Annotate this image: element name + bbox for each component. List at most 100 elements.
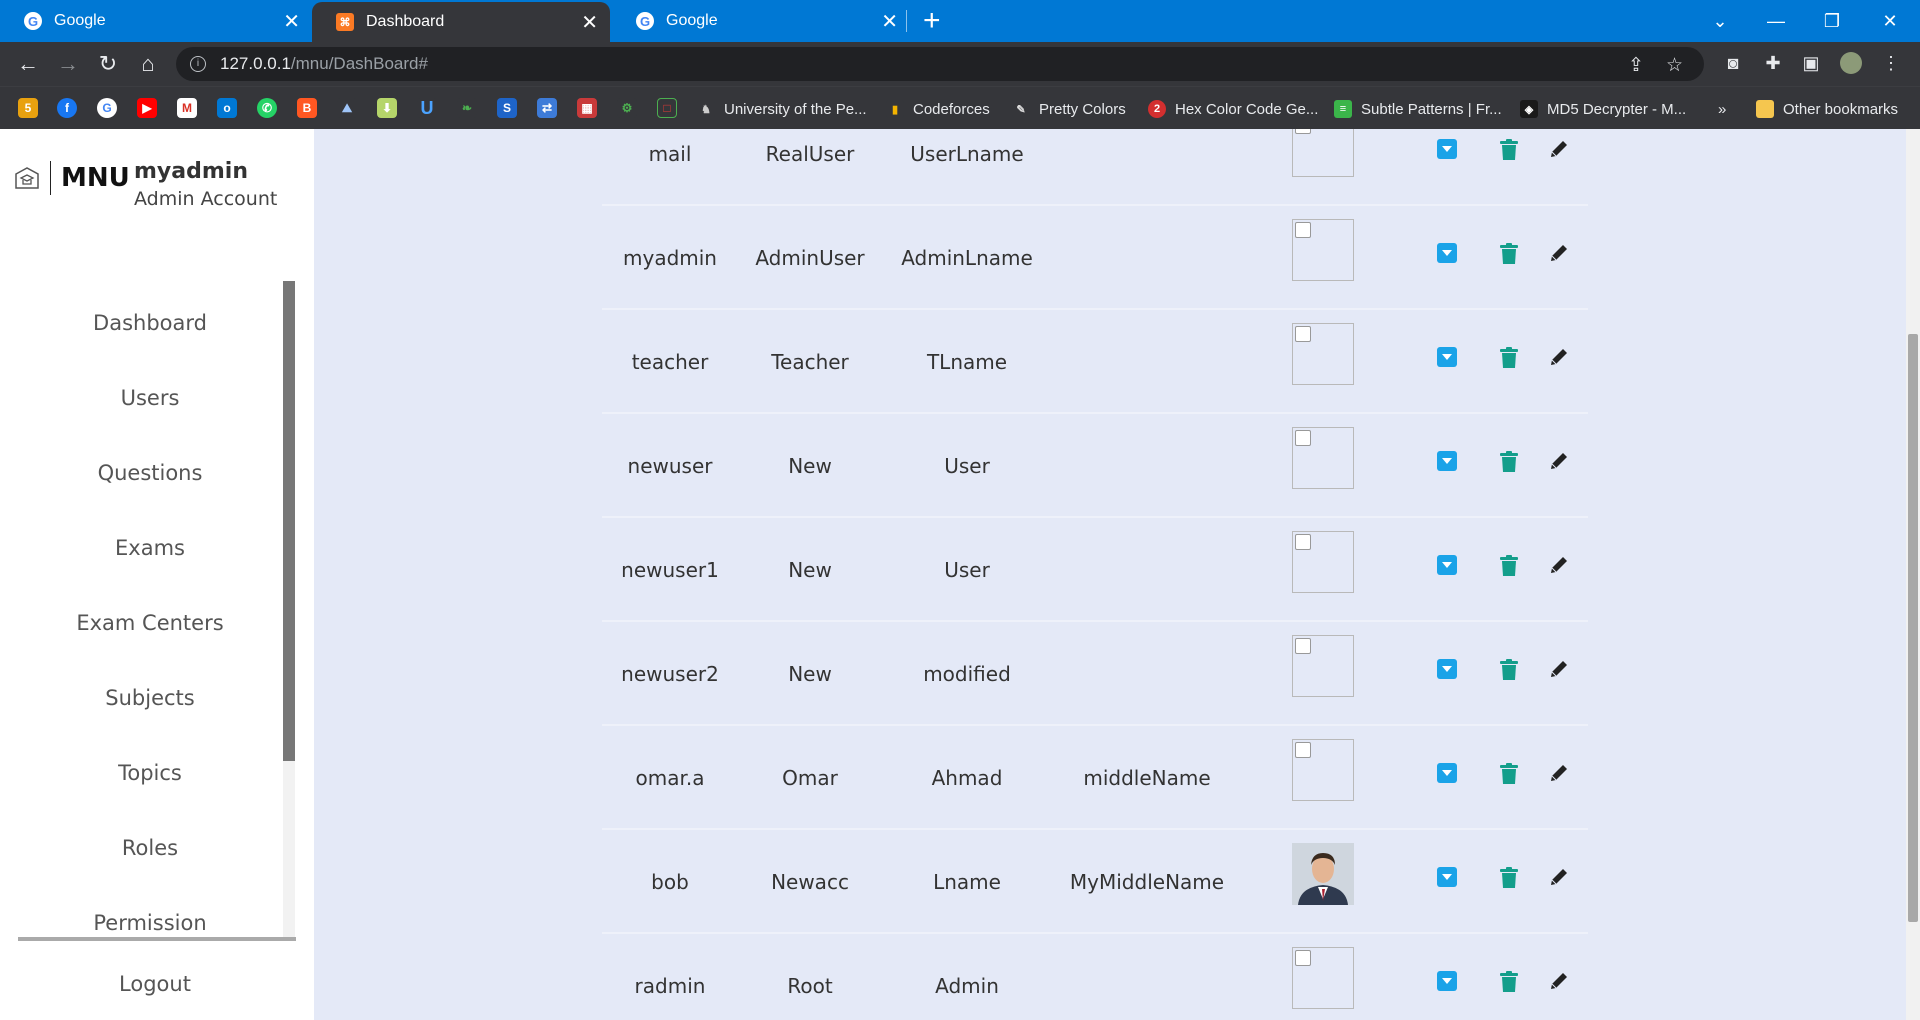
site-info-icon[interactable]: i	[190, 56, 206, 72]
pencil-icon[interactable]	[1548, 658, 1570, 680]
forward-arrow-icon[interactable]: →	[54, 50, 82, 78]
broken-image-icon	[1292, 947, 1354, 1009]
middle-name-cell: MyMiddleName	[1069, 870, 1225, 894]
url-omnibox[interactable]: i 127.0.0.1/mnu/DashBoard# ⇪ ☆	[176, 47, 1704, 81]
middle-name-cell	[1052, 129, 1242, 206]
blogger-icon[interactable]: B	[297, 98, 317, 118]
close-icon[interactable]: ✕	[881, 9, 898, 34]
s-app-icon[interactable]: S	[497, 98, 517, 118]
sidebar-item-topics[interactable]: Topics	[0, 761, 300, 785]
restore-button[interactable]: ❐	[1804, 0, 1860, 42]
browser-tab[interactable]: G Google ✕	[0, 0, 312, 42]
bookmark-link[interactable]: ♞ University of the Pe...	[697, 98, 867, 120]
pencil-icon[interactable]	[1548, 554, 1570, 576]
download-icon[interactable]: ⬇	[377, 98, 397, 118]
bookmark-link[interactable]: ≡ Subtle Patterns | Fr...	[1334, 98, 1502, 120]
pencil-icon[interactable]	[1548, 138, 1570, 160]
page-viewport: MNU myadmin Admin Account Dashboard User…	[0, 129, 1920, 1020]
expand-down-icon[interactable]	[1436, 658, 1458, 680]
other-bookmarks-folder[interactable]: Other bookmarks	[1756, 98, 1898, 120]
home-icon[interactable]: ⌂	[134, 50, 162, 78]
broken-image-icon	[1292, 323, 1354, 385]
middle-name-cell	[1052, 622, 1242, 726]
puzzle-icon[interactable]: ✚	[1762, 52, 1784, 74]
tool-icon[interactable]: ⇄	[537, 98, 557, 118]
pencil-icon[interactable]	[1548, 346, 1570, 368]
pencil-icon[interactable]	[1548, 866, 1570, 888]
browser-tab-active[interactable]: ⌘ Dashboard ✕	[312, 2, 610, 42]
browser-tab[interactable]: G Google ✕	[612, 0, 910, 42]
leaf-icon[interactable]: ❧	[457, 98, 477, 118]
sidebar-item-questions[interactable]: Questions	[0, 461, 300, 485]
trash-icon[interactable]	[1498, 762, 1520, 784]
outlook-icon[interactable]: o	[217, 98, 237, 118]
sidebar-item-permission[interactable]: Permission	[0, 911, 300, 935]
sidebar-item-exams[interactable]: Exams	[0, 536, 300, 560]
bookmark-link[interactable]: ✎ Pretty Colors	[1012, 98, 1126, 120]
bookmark-link[interactable]: ◈ MD5 Decrypter - M...	[1520, 98, 1686, 120]
star-icon[interactable]: ☆	[1666, 54, 1683, 77]
pencil-icon[interactable]	[1548, 762, 1570, 784]
expand-down-icon[interactable]	[1436, 242, 1458, 264]
udemy-icon[interactable]: U	[417, 98, 437, 118]
reload-icon[interactable]: ↻	[94, 50, 122, 78]
back-arrow-icon[interactable]: ←	[14, 50, 42, 78]
profile-avatar[interactable]	[1840, 52, 1862, 74]
url-text[interactable]: 127.0.0.1/mnu/DashBoard#	[220, 54, 428, 74]
whatsapp-icon[interactable]: ✆	[257, 98, 277, 118]
sidebar-item-dashboard[interactable]: Dashboard	[0, 311, 300, 335]
first-name-cell: RealUser	[765, 142, 855, 166]
bookmark-app-icon[interactable]: ⛰	[337, 98, 357, 118]
bookmark-link[interactable]: 2 Hex Color Code Ge...	[1148, 98, 1318, 120]
bookmark-link[interactable]: ▮ Codeforces	[886, 98, 990, 120]
trash-icon[interactable]	[1498, 970, 1520, 992]
trash-icon[interactable]	[1498, 242, 1520, 264]
side-panel-icon[interactable]: ▣	[1800, 52, 1822, 74]
trash-icon[interactable]	[1498, 138, 1520, 160]
logout-button[interactable]: Logout	[0, 972, 310, 996]
expand-down-icon[interactable]	[1436, 450, 1458, 472]
expand-down-icon[interactable]	[1436, 762, 1458, 784]
expand-down-icon[interactable]	[1436, 138, 1458, 160]
expand-down-icon[interactable]	[1436, 346, 1458, 368]
table-row: newuser1 New User	[602, 518, 1588, 622]
facebook-icon[interactable]: f	[57, 98, 77, 118]
last-name-cell: User	[944, 454, 990, 478]
minimize-button[interactable]: —	[1748, 0, 1804, 42]
new-tab-button[interactable]: +	[923, 4, 941, 38]
trash-icon[interactable]	[1498, 346, 1520, 368]
robot-icon[interactable]: ⚙	[617, 98, 637, 118]
expand-down-icon[interactable]	[1436, 970, 1458, 992]
trash-icon[interactable]	[1498, 554, 1520, 576]
expand-down-icon[interactable]	[1436, 866, 1458, 888]
extension-icon[interactable]: ◙	[1722, 52, 1744, 74]
gmail-icon[interactable]: M	[177, 98, 197, 118]
trash-icon[interactable]	[1498, 450, 1520, 472]
tab-search-icon[interactable]: ⌄	[1692, 0, 1748, 42]
sidebar-scrollbar-thumb[interactable]	[283, 281, 295, 761]
kebab-menu-icon[interactable]: ⋮	[1880, 52, 1902, 74]
sidebar-item-roles[interactable]: Roles	[0, 836, 300, 860]
pencil-icon[interactable]	[1548, 970, 1570, 992]
pencil-icon[interactable]	[1548, 242, 1570, 264]
trash-icon[interactable]	[1498, 866, 1520, 888]
trash-icon[interactable]	[1498, 658, 1520, 680]
expand-down-icon[interactable]	[1436, 554, 1458, 576]
sidebar-item-subjects[interactable]: Subjects	[0, 686, 300, 710]
pencil-icon[interactable]	[1548, 450, 1570, 472]
brand-logo[interactable]: MNU	[14, 161, 130, 195]
page-scrollbar-thumb[interactable]	[1908, 334, 1918, 922]
bookmarks-overflow-button[interactable]: »	[1718, 98, 1726, 120]
sidebar-item-exam-centers[interactable]: Exam Centers	[0, 611, 300, 635]
close-window-button[interactable]: ✕	[1862, 0, 1918, 42]
bookmark-5-icon[interactable]: 5	[18, 98, 38, 118]
sidebar-item-users[interactable]: Users	[0, 386, 300, 410]
grid-app-icon[interactable]: ▦	[577, 98, 597, 118]
username-cell: mail	[648, 142, 692, 166]
close-icon[interactable]: ✕	[283, 9, 300, 34]
google-icon[interactable]: G	[97, 98, 117, 118]
youtube-icon[interactable]: ▶	[137, 98, 157, 118]
share-icon[interactable]: ⇪	[1628, 54, 1644, 77]
close-icon[interactable]: ✕	[581, 10, 598, 35]
box-icon[interactable]: □	[657, 98, 677, 118]
